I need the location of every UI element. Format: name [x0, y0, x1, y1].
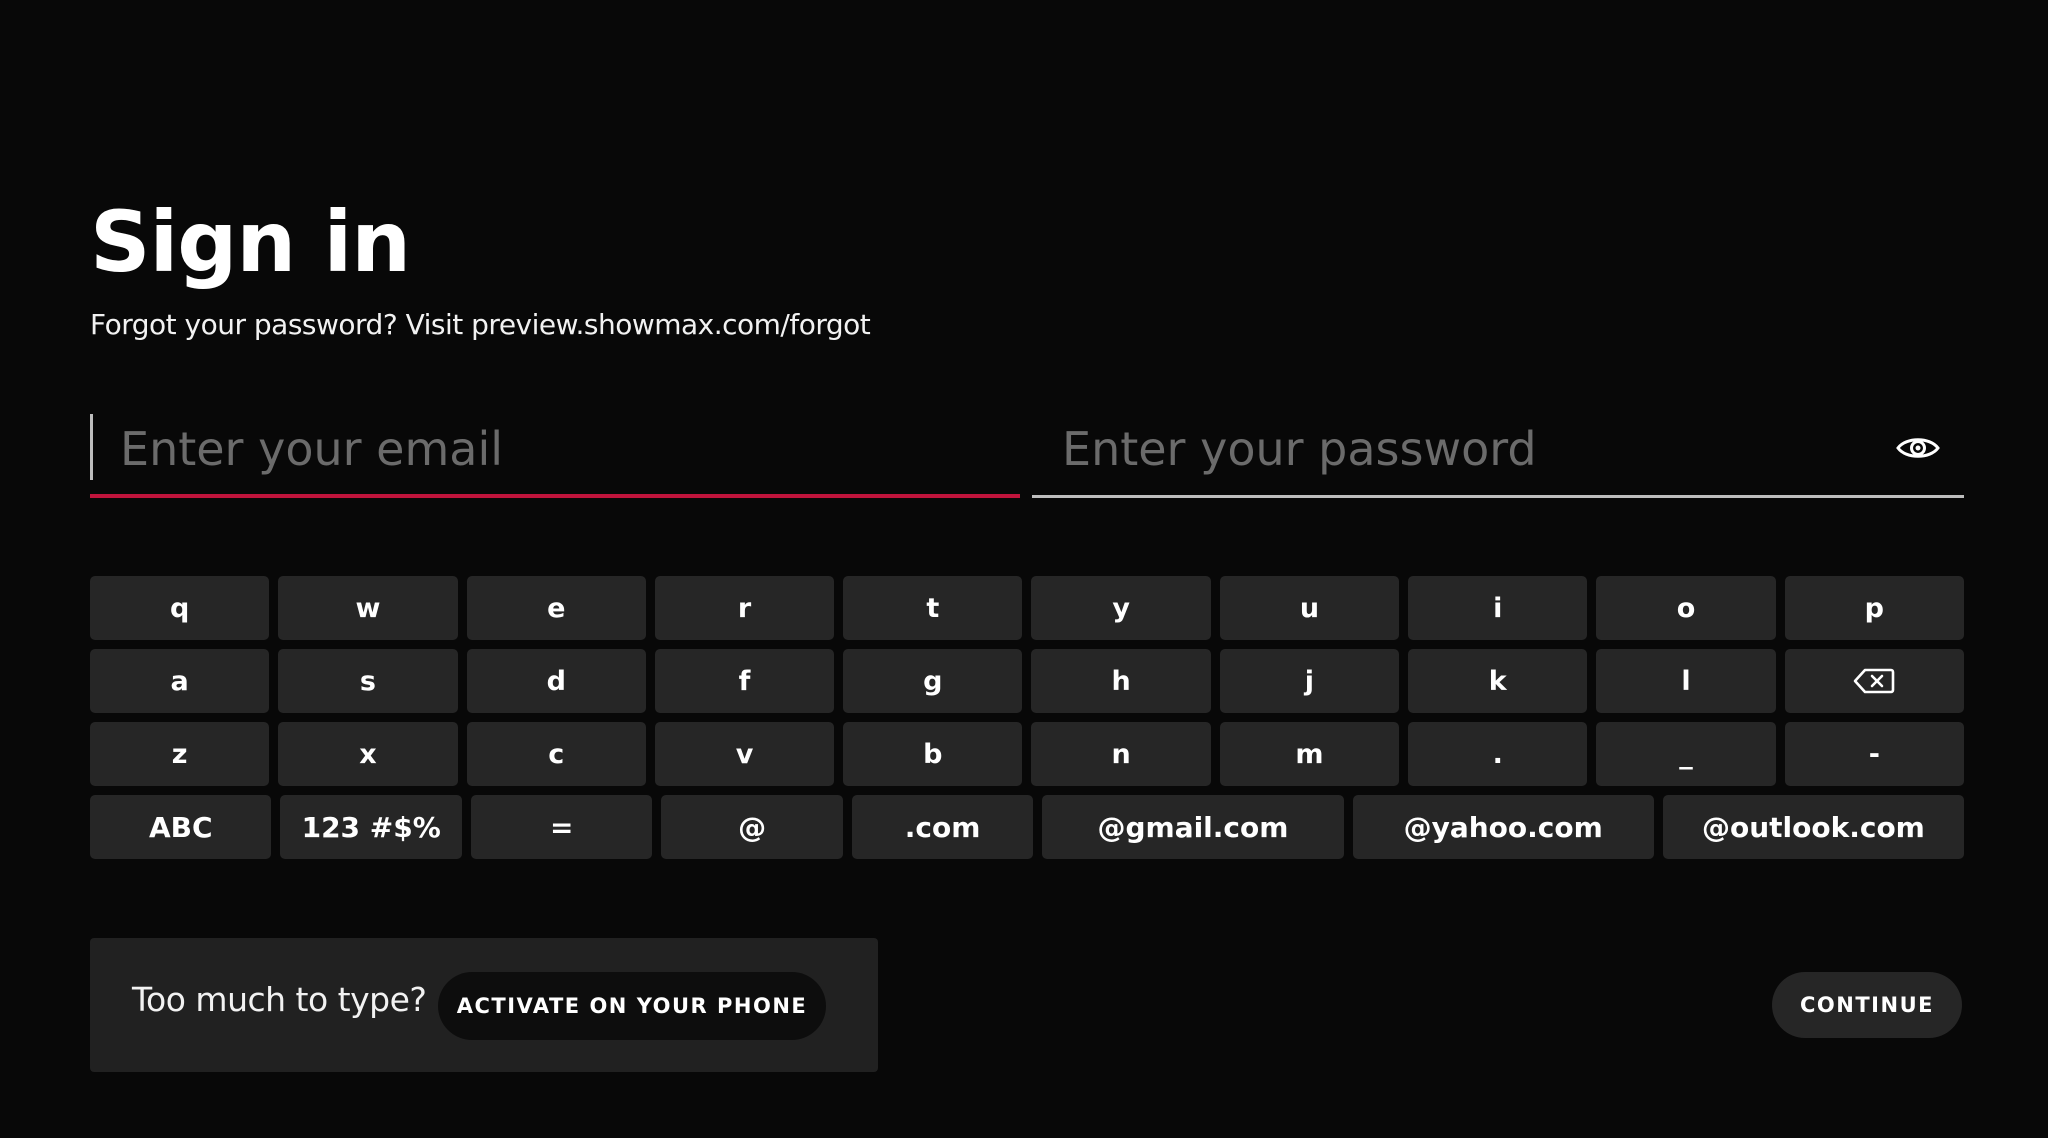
key-t[interactable]: t	[843, 576, 1023, 640]
key-d[interactable]: d	[466, 649, 646, 713]
key-outlook[interactable]: @outlook.com	[1662, 795, 1965, 859]
too-much-to-type-label: Too much to type?	[132, 980, 427, 1019]
key-v[interactable]: v	[654, 722, 835, 786]
key-p[interactable]: p	[1784, 576, 1964, 640]
key-symbols[interactable]: 123 #$%	[280, 795, 462, 859]
keyboard-row-4: ABC 123 #$% = @ .com @gmail.com @yahoo.c…	[90, 795, 1965, 859]
key-hyphen[interactable]: -	[1784, 722, 1964, 786]
key-j[interactable]: j	[1219, 649, 1400, 713]
email-input[interactable]	[120, 418, 940, 480]
eye-icon	[1896, 438, 1940, 458]
page-title: Sign in	[90, 193, 411, 291]
activate-panel: Too much to type? ACTIVATE ON YOUR PHONE	[90, 938, 878, 1072]
key-c[interactable]: c	[466, 722, 646, 786]
key-s[interactable]: s	[278, 649, 458, 713]
key-e[interactable]: e	[466, 576, 646, 640]
key-w[interactable]: w	[278, 576, 458, 640]
key-q[interactable]: q	[90, 576, 270, 640]
keyboard-row-2: a s d f g h j k l	[90, 649, 1964, 713]
key-h[interactable]: h	[1031, 649, 1211, 713]
activate-on-phone-button[interactable]: ACTIVATE ON YOUR PHONE	[438, 972, 826, 1040]
key-period[interactable]: .	[1408, 722, 1588, 786]
email-field-container	[90, 412, 1020, 498]
key-o[interactable]: o	[1596, 576, 1776, 640]
key-backspace[interactable]	[1784, 649, 1964, 713]
key-u[interactable]: u	[1219, 576, 1400, 640]
key-dot-com[interactable]: .com	[851, 795, 1034, 859]
key-z[interactable]: z	[90, 722, 270, 786]
text-cursor	[90, 414, 93, 480]
key-abc[interactable]: ABC	[90, 795, 272, 859]
key-y[interactable]: y	[1031, 576, 1211, 640]
on-screen-keyboard: q w e r t y u i o p a s d f g h j k l z …	[90, 576, 1965, 868]
key-k[interactable]: k	[1408, 649, 1588, 713]
key-l[interactable]: l	[1596, 649, 1776, 713]
password-input[interactable]	[1062, 418, 1842, 480]
key-at[interactable]: @	[661, 795, 843, 859]
key-n[interactable]: n	[1031, 722, 1211, 786]
keyboard-row-3: z x c v b n m . _ -	[90, 722, 1964, 786]
key-yahoo[interactable]: @yahoo.com	[1352, 795, 1654, 859]
show-password-toggle[interactable]	[1890, 424, 1946, 472]
continue-button[interactable]: CONTINUE	[1772, 972, 1962, 1038]
password-field-container	[1032, 412, 1964, 498]
key-g[interactable]: g	[843, 649, 1023, 713]
key-r[interactable]: r	[654, 576, 835, 640]
backspace-icon	[1854, 668, 1895, 694]
key-b[interactable]: b	[843, 722, 1023, 786]
key-i[interactable]: i	[1408, 576, 1588, 640]
keyboard-row-1: q w e r t y u i o p	[90, 576, 1964, 640]
key-gmail[interactable]: @gmail.com	[1042, 795, 1344, 859]
key-f[interactable]: f	[654, 649, 835, 713]
key-equals[interactable]: =	[470, 795, 653, 859]
key-a[interactable]: a	[90, 649, 270, 713]
key-underscore[interactable]: _	[1596, 722, 1776, 786]
forgot-password-hint: Forgot your password? Visit preview.show…	[90, 308, 871, 341]
key-x[interactable]: x	[278, 722, 458, 786]
key-m[interactable]: m	[1219, 722, 1400, 786]
